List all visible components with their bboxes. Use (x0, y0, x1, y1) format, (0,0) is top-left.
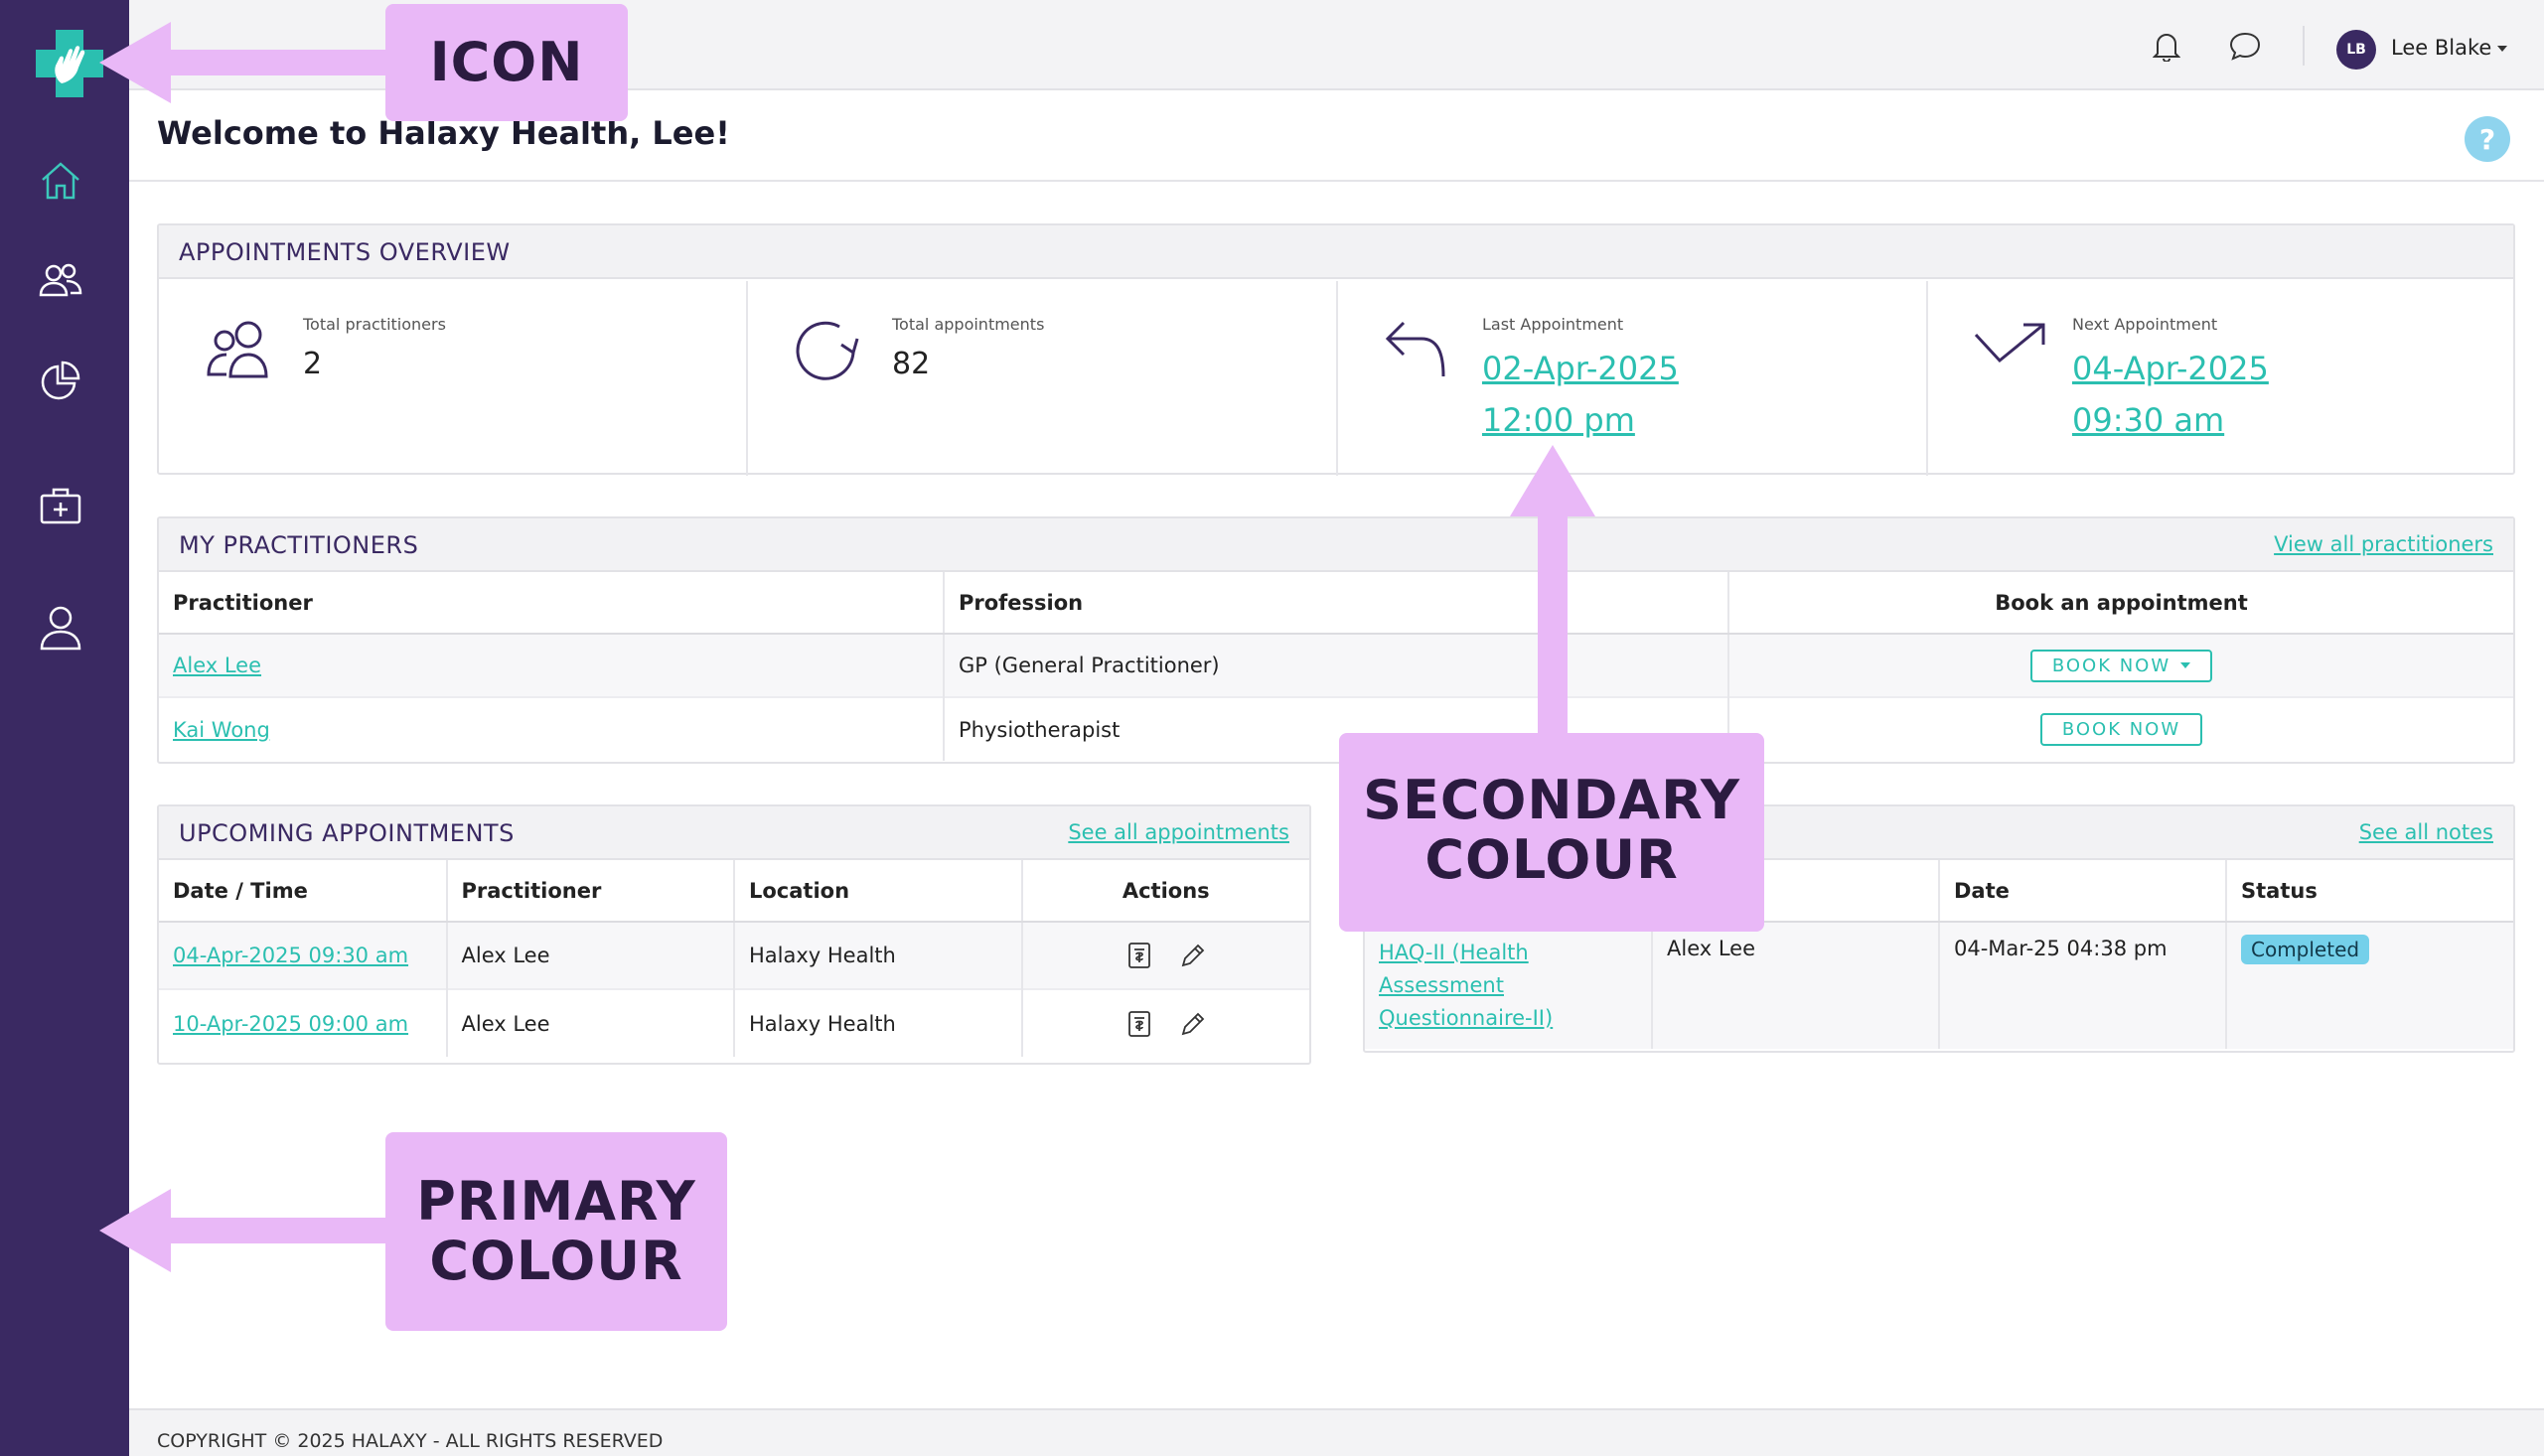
secondary-arrow-shaft (1538, 507, 1568, 735)
primary-arrow-shaft (159, 1218, 387, 1243)
primary-arrow-head (99, 1189, 171, 1272)
icon-arrow-head (99, 22, 171, 103)
callout-arrows (99, 22, 1595, 1272)
footer: COPYRIGHT © 2025 HALAXY - ALL RIGHTS RES… (129, 1408, 2544, 1456)
secondary-colour-callout: SECONDARY COLOUR (1339, 733, 1764, 932)
primary-colour-callout: PRIMARY COLOUR (385, 1132, 727, 1331)
icon-callout: ICON (385, 4, 628, 121)
secondary-arrow-head (1510, 445, 1595, 516)
icon-arrow-shaft (159, 50, 387, 75)
copyright-text: COPYRIGHT © 2025 HALAXY - ALL RIGHTS RES… (157, 1430, 664, 1452)
